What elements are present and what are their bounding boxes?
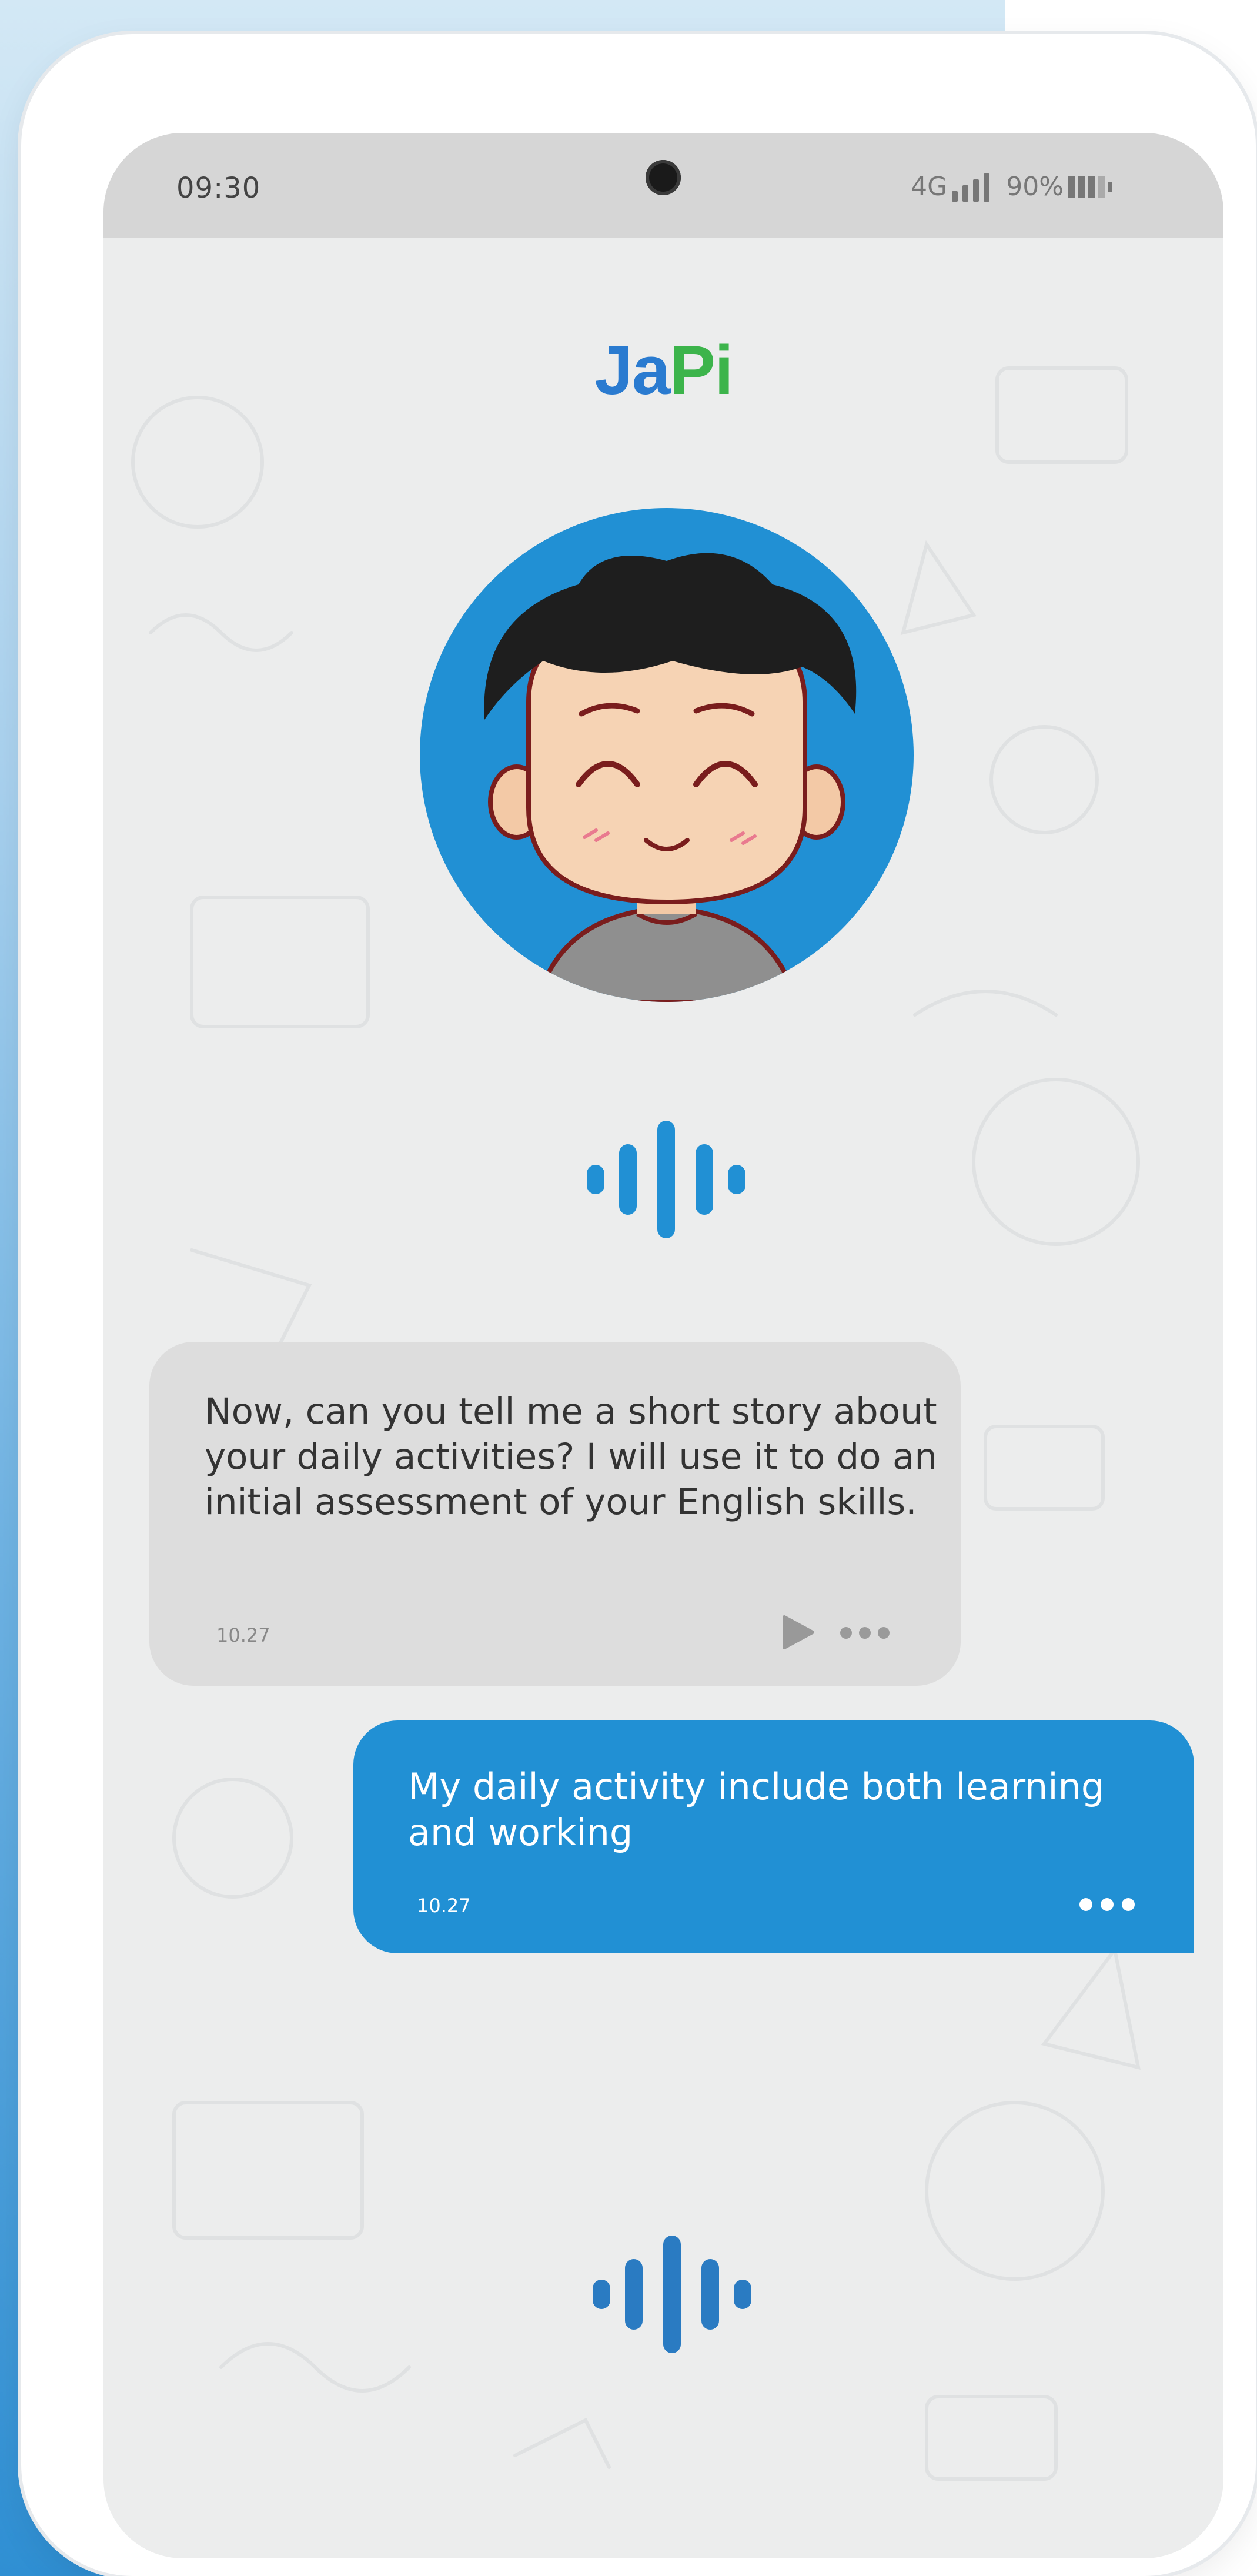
signal-icon: [952, 173, 990, 202]
status-time: 09:30: [176, 172, 261, 205]
user-message-time: 10.27: [417, 1895, 471, 1917]
status-bar: 09:30 4G 90%: [103, 133, 1223, 238]
more-dots-icon[interactable]: [1079, 1898, 1135, 1911]
network-label: 4G: [911, 172, 948, 202]
more-dots-icon[interactable]: [840, 1627, 890, 1639]
bot-message-time: 10.27: [216, 1624, 270, 1646]
battery-icon: [1068, 176, 1112, 198]
user-message-bubble: My daily activity include both learning …: [353, 1720, 1194, 1953]
battery-label: 90%: [1006, 172, 1064, 202]
user-message-text: My daily activity include both learning …: [408, 1765, 1105, 1854]
phone-frame: 09:30 4G 90% JaPi Now, can you tell me a…: [21, 34, 1256, 2576]
front-camera: [646, 160, 681, 195]
play-icon[interactable]: [778, 1613, 816, 1651]
status-indicators: 4G 90%: [911, 172, 1112, 202]
logo-text-pi: Pi: [669, 332, 733, 409]
tutor-avatar: [420, 508, 914, 1002]
logo-text-ja: Ja: [594, 332, 670, 409]
microphone-wave-icon[interactable]: [593, 2236, 751, 2353]
app-logo: JaPi: [103, 330, 1223, 410]
app-screen: 09:30 4G 90% JaPi Now, can you tell me a…: [103, 133, 1223, 2558]
bot-message-bubble: Now, can you tell me a short story about…: [149, 1342, 961, 1686]
bot-message-text: Now, can you tell me a short story about…: [205, 1391, 938, 1523]
voice-wave-icon[interactable]: [587, 1121, 745, 1238]
